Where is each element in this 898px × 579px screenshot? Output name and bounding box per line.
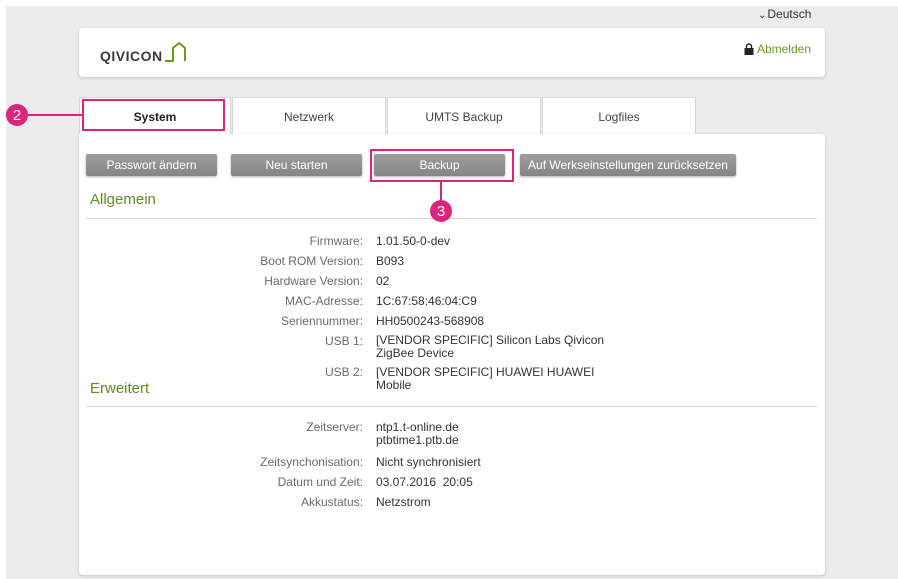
factory-reset-button[interactable]: Auf Werkseinstellungen zurücksetzen [520, 154, 736, 176]
firmware-value: 1.01.50-0-dev [376, 234, 451, 248]
section-title-advanced: Erweitert [90, 380, 150, 397]
divider [86, 218, 817, 219]
logout-link[interactable]: Abmelden [744, 42, 811, 56]
usb1-label: USB 1: [324, 334, 363, 348]
serial-label: Seriennummer: [280, 314, 363, 328]
logo-text: QIVICON [100, 48, 163, 64]
language-label: Deutsch [767, 7, 812, 21]
timeserver-value-line2: ptbtime1.ptb.de [376, 433, 459, 447]
language-selector[interactable]: ⌄Deutsch [758, 7, 811, 21]
chevron-down-icon: ⌄ [758, 10, 767, 21]
tab-netzwerk[interactable]: Netzwerk [232, 97, 386, 135]
system-tab-highlight [82, 99, 225, 131]
usb2-label: USB 2: [324, 365, 363, 379]
tab-label: Netzwerk [283, 109, 334, 124]
bootrom-value: B093 [376, 254, 405, 268]
usb2-value-line2: Mobile [376, 378, 412, 392]
section-title-general: Allgemein [90, 191, 156, 208]
backup-button-highlight [370, 149, 514, 182]
hardware-label: Hardware Version: [264, 274, 363, 288]
hardware-value: 02 [376, 274, 390, 288]
restart-button[interactable]: Neu starten [231, 154, 362, 176]
battery-label: Akkustatus: [300, 495, 363, 509]
step-marker-3: 3 [430, 200, 452, 222]
tab-label: UMTS Backup [425, 109, 503, 124]
tab-label: Logfiles [598, 109, 640, 124]
change-password-button[interactable]: Passwort ändern [86, 154, 217, 176]
datetime-label: Datum und Zeit: [277, 475, 363, 489]
content-panel: Passwort ändern Neu starten Backup Auf W… [79, 134, 825, 575]
house-icon [164, 41, 186, 62]
logout-label: Abmelden [756, 42, 811, 56]
qivicon-logo: QIVICON [100, 41, 186, 63]
lock-icon [744, 43, 754, 55]
header-bar: QIVICON Abmelden [79, 28, 825, 77]
battery-value: Netzstrom [376, 495, 431, 509]
marker-3-leader-line [440, 182, 442, 201]
usb1-value-line2: ZigBee Device [376, 346, 455, 360]
tab-umts-backup[interactable]: UMTS Backup [387, 97, 541, 135]
firmware-label: Firmware: [309, 234, 363, 248]
timesync-value: Nicht synchronisiert [376, 455, 481, 469]
timeserver-label: Zeitserver: [306, 420, 363, 434]
datetime-value: 03.07.2016 20:05 [376, 475, 473, 489]
mac-label: MAC-Adresse: [284, 294, 363, 308]
marker-2-leader-line [28, 114, 82, 116]
serial-value: HH0500243-568908 [376, 314, 485, 328]
tab-logfiles[interactable]: Logfiles [542, 97, 696, 135]
mac-value: 1C:67:58:46:04:C9 [376, 294, 477, 308]
bootrom-label: Boot ROM Version: [260, 254, 363, 268]
step-marker-2: 2 [6, 104, 28, 126]
timesync-label: Zeitsynchonisation: [260, 455, 363, 469]
divider [86, 406, 817, 407]
